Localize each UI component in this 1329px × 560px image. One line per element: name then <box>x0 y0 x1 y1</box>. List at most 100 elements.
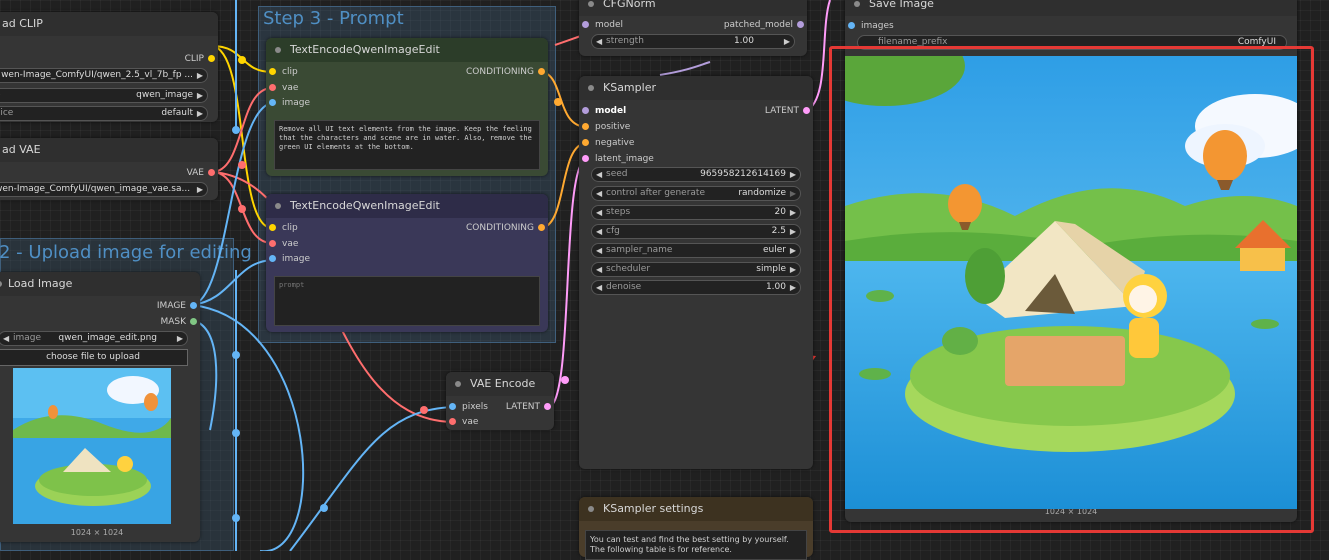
left-arrow-icon[interactable]: ◀ <box>596 263 602 276</box>
clip-name-combo[interactable]: wen-Image_ComfyUI/qwen_2.5_vl_7b_fp ... ▶ <box>0 68 208 83</box>
model-slot-icon[interactable] <box>582 107 589 114</box>
input-clip[interactable]: clip <box>269 221 298 235</box>
input-image[interactable]: image <box>269 96 310 110</box>
input-vae[interactable]: vae <box>269 81 298 95</box>
output-conditioning[interactable]: CONDITIONING <box>466 65 545 79</box>
left-arrow-icon[interactable]: ◀ <box>596 187 602 200</box>
left-arrow-icon[interactable]: ◀ <box>596 225 602 238</box>
output-mask[interactable]: MASK <box>160 315 197 329</box>
right-arrow-icon[interactable]: ▶ <box>790 281 796 294</box>
left-arrow-icon[interactable]: ◀ <box>596 35 602 48</box>
right-arrow-icon[interactable]: ▶ <box>197 69 203 82</box>
images-slot-icon[interactable] <box>848 22 855 29</box>
node-ksampler[interactable]: KSampler model positive negative latent_… <box>579 76 813 469</box>
clip-slot-icon[interactable] <box>208 55 215 62</box>
collapse-dot-icon[interactable] <box>275 47 281 53</box>
node-load-image[interactable]: Load Image IMAGE MASK ◀ image qwen_image_e… <box>0 272 200 542</box>
control-after-generate-widget[interactable]: ◀ control after generate randomize ▶ <box>591 186 801 201</box>
vae-slot-icon[interactable] <box>449 418 456 425</box>
choose-file-button[interactable]: choose file to upload <box>0 349 188 366</box>
scheduler-widget[interactable]: ◀ scheduler simple ▶ <box>591 262 801 277</box>
left-arrow-icon[interactable]: ◀ <box>596 168 602 181</box>
negative-slot-icon[interactable] <box>582 139 589 146</box>
collapse-dot-icon[interactable] <box>588 85 594 91</box>
collapse-dot-icon[interactable] <box>588 1 594 7</box>
node-text-encode-2[interactable]: TextEncodeQwenImageEdit clip vae image C… <box>266 194 548 332</box>
node-vae-encode[interactable]: VAE Encode pixels vae LATENT <box>446 372 554 430</box>
vae-slot-icon[interactable] <box>208 169 215 176</box>
vae-name-combo[interactable]: wen-Image_ComfyUI/qwen_image_vae.sa... ▶ <box>0 182 208 197</box>
right-arrow-icon[interactable]: ▶ <box>790 187 796 200</box>
input-clip[interactable]: clip <box>269 65 298 79</box>
right-arrow-icon[interactable]: ▶ <box>197 107 203 120</box>
type-combo[interactable]: eqwen_image▶ <box>0 88 208 103</box>
output-vae[interactable]: VAE <box>187 166 215 180</box>
pixels-slot-icon[interactable] <box>449 403 456 410</box>
input-negative[interactable]: negative <box>582 136 634 150</box>
right-arrow-icon[interactable]: ▶ <box>790 225 796 238</box>
output-clip[interactable]: CLIP <box>185 52 215 66</box>
input-model[interactable]: model <box>582 104 626 118</box>
collapse-dot-icon[interactable] <box>0 281 2 287</box>
cfg-widget[interactable]: ◀ cfg 2.5 ▶ <box>591 224 801 239</box>
latent-slot-icon[interactable] <box>803 107 810 114</box>
image-slot-icon[interactable] <box>269 99 276 106</box>
output-latent[interactable]: LATENT <box>765 104 810 118</box>
input-pixels[interactable]: pixels <box>449 400 488 414</box>
right-arrow-icon[interactable]: ▶ <box>197 183 203 196</box>
device-combo[interactable]: vicedefault▶ <box>0 106 208 121</box>
input-vae[interactable]: vae <box>449 415 478 429</box>
model-slot-icon[interactable] <box>797 21 804 28</box>
node-cfgnorm[interactable]: CFGNorm model patched_model ◀ strength 1.0… <box>579 0 807 56</box>
node-load-clip[interactable]: ad CLIP CLIP wen-Image_ComfyUI/qwen_2.5_… <box>0 12 218 122</box>
positive-slot-icon[interactable] <box>582 123 589 130</box>
model-slot-icon[interactable] <box>582 21 589 28</box>
left-arrow-icon[interactable]: ◀ <box>596 206 602 219</box>
input-positive[interactable]: positive <box>582 120 630 134</box>
node-ksampler-settings[interactable]: KSampler settings You can test and find … <box>579 497 813 560</box>
image-slot-icon[interactable] <box>190 302 197 309</box>
input-images[interactable]: images <box>848 19 894 33</box>
left-arrow-icon[interactable]: ◀ <box>596 281 602 294</box>
latent-slot-icon[interactable] <box>544 403 551 410</box>
output-patched-model[interactable]: patched_model <box>724 18 804 32</box>
strength-number[interactable]: ◀ strength 1.00 ▶ <box>591 34 795 49</box>
output-latent[interactable]: LATENT <box>506 400 551 414</box>
image-combo[interactable]: ◀ image qwen_image_edit.png ▶ <box>0 331 188 346</box>
prompt-textarea[interactable]: Remove all UI text elements from the ima… <box>274 120 540 170</box>
right-arrow-icon[interactable]: ▶ <box>784 35 790 48</box>
input-latent-image[interactable]: latent_image <box>582 152 654 166</box>
output-image[interactable]: IMAGE <box>157 299 197 313</box>
seed-widget[interactable]: ◀ seed 965958212614169 ▶ <box>591 167 801 182</box>
vae-slot-icon[interactable] <box>269 84 276 91</box>
node-text-encode-1[interactable]: TextEncodeQwenImageEdit clip vae image C… <box>266 38 548 176</box>
collapse-dot-icon[interactable] <box>455 381 461 387</box>
node-load-vae[interactable]: ad VAE VAE wen-Image_ComfyUI/qwen_image_… <box>0 138 218 200</box>
conditioning-slot-icon[interactable] <box>538 68 545 75</box>
right-arrow-icon[interactable]: ▶ <box>790 168 796 181</box>
note-text[interactable]: You can test and find the best setting b… <box>585 530 807 560</box>
clip-slot-icon[interactable] <box>269 224 276 231</box>
input-vae[interactable]: vae <box>269 237 298 251</box>
steps-widget[interactable]: ◀ steps 20 ▶ <box>591 205 801 220</box>
right-arrow-icon[interactable]: ▶ <box>790 244 796 257</box>
mask-slot-icon[interactable] <box>190 318 197 325</box>
collapse-dot-icon[interactable] <box>854 1 860 7</box>
left-arrow-icon[interactable]: ◀ <box>596 244 602 257</box>
denoise-widget[interactable]: ◀ denoise 1.00 ▶ <box>591 280 801 295</box>
conditioning-slot-icon[interactable] <box>538 224 545 231</box>
collapse-dot-icon[interactable] <box>588 506 594 512</box>
sampler-name-widget[interactable]: ◀ sampler_name euler ▶ <box>591 243 801 258</box>
right-arrow-icon[interactable]: ▶ <box>790 206 796 219</box>
image-slot-icon[interactable] <box>269 255 276 262</box>
output-conditioning[interactable]: CONDITIONING <box>466 221 545 235</box>
right-arrow-icon[interactable]: ▶ <box>197 89 203 102</box>
input-model[interactable]: model <box>582 18 623 32</box>
left-arrow-icon[interactable]: ◀ <box>3 332 9 345</box>
vae-slot-icon[interactable] <box>269 240 276 247</box>
clip-slot-icon[interactable] <box>269 68 276 75</box>
collapse-dot-icon[interactable] <box>275 203 281 209</box>
prompt-textarea[interactable]: prompt <box>274 276 540 326</box>
right-arrow-icon[interactable]: ▶ <box>177 332 183 345</box>
right-arrow-icon[interactable]: ▶ <box>790 263 796 276</box>
